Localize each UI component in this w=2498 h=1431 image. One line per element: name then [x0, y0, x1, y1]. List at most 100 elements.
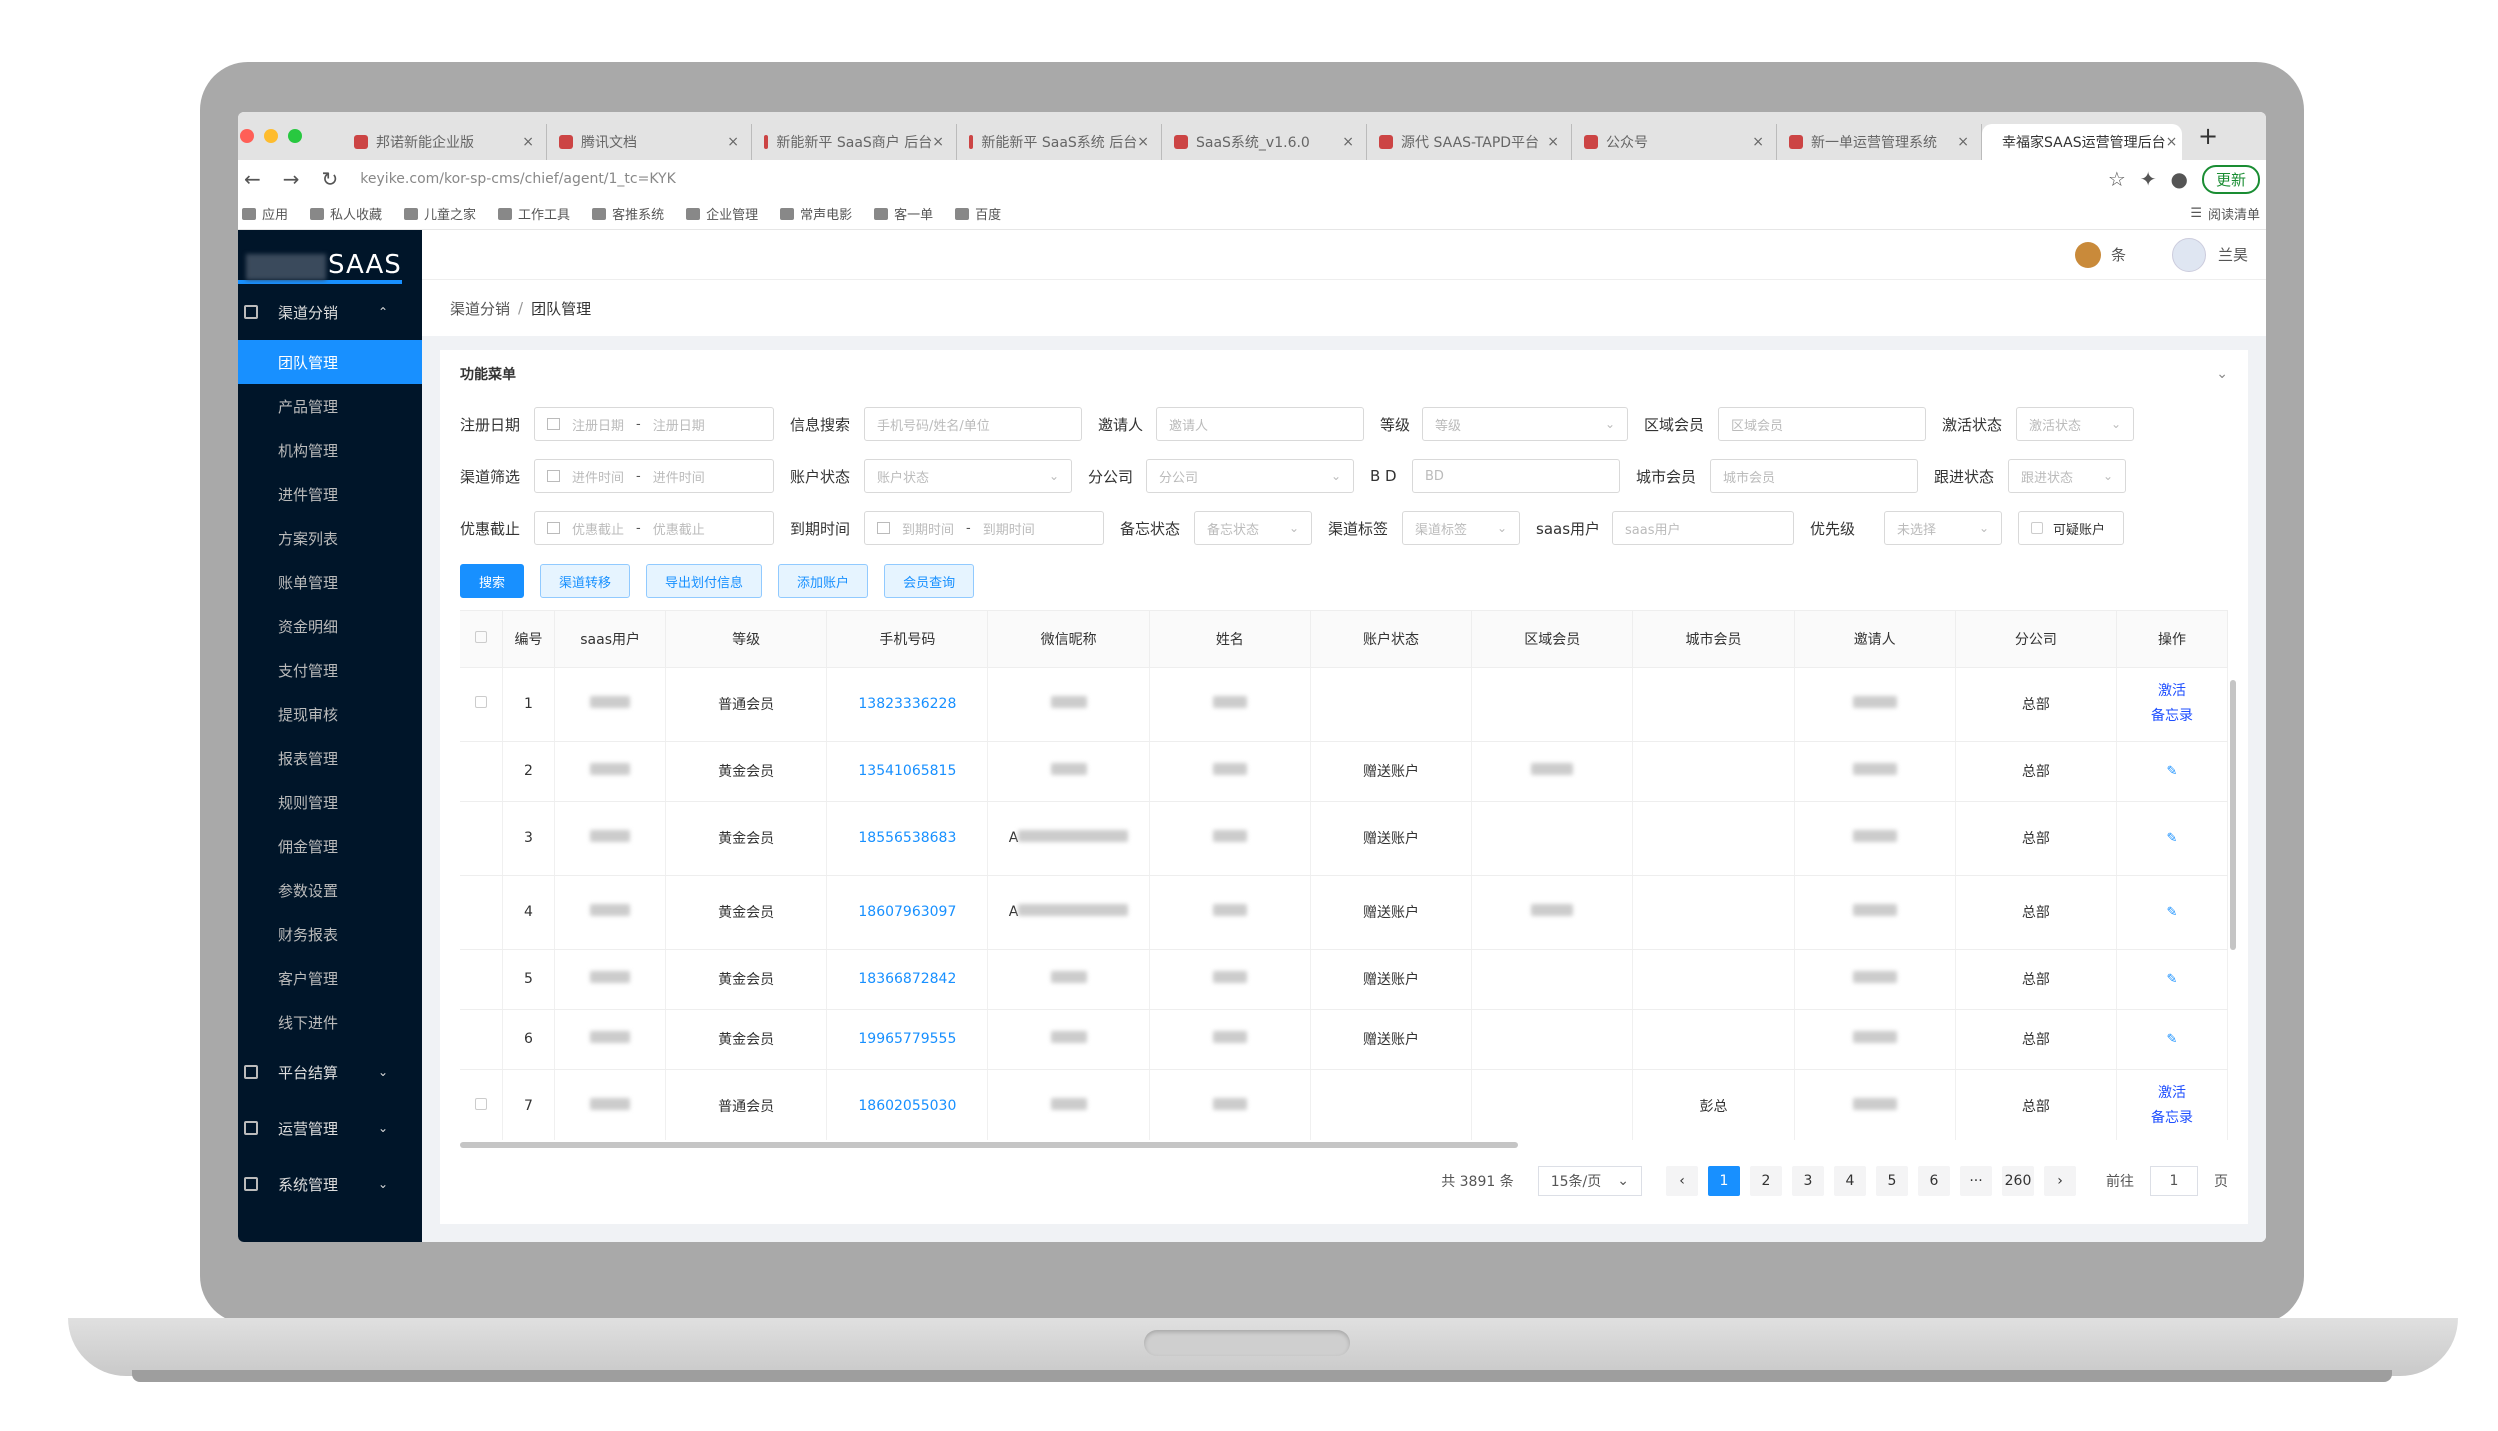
page-number-button[interactable]: 2 — [1750, 1166, 1782, 1196]
sidebar-item[interactable]: 账单管理 — [238, 560, 422, 604]
browser-tab[interactable]: 新能新平 SaaS系统 后台 × — [957, 124, 1162, 160]
extension-icon[interactable]: ✦ — [2140, 167, 2157, 191]
edit-icon[interactable]: ✎ — [2117, 905, 2227, 920]
sidebar-item[interactable]: 财务报表 — [238, 912, 422, 956]
table-row[interactable]: 5 黄金会员 18366872842 赠送账户 总部 ✎ — [460, 949, 2228, 1010]
user-name[interactable]: 兰昊 — [2218, 244, 2248, 265]
bookmark-item[interactable]: 常声电影 — [780, 204, 852, 223]
sidebar-item[interactable]: 支付管理 — [238, 648, 422, 692]
close-tab-icon[interactable]: × — [1137, 134, 1149, 150]
activate-status-select[interactable]: 激活状态 ⌄ — [2016, 407, 2134, 441]
back-icon[interactable]: ← — [244, 167, 261, 191]
row-checkbox[interactable] — [460, 875, 503, 950]
sidebar-item[interactable]: 资金明细 — [238, 604, 422, 648]
channel-transfer-button[interactable]: 渠道转移 — [540, 564, 631, 598]
sidebar-item[interactable]: 提现审核 — [238, 692, 422, 736]
sidebar-item[interactable]: 方案列表 — [238, 516, 422, 560]
browser-tab[interactable]: 新一单运营管理系统 × — [1777, 124, 1982, 160]
update-button[interactable]: 更新 — [2201, 164, 2260, 194]
bookmark-item[interactable]: 私人收藏 — [310, 204, 382, 223]
bookmark-item[interactable]: 企业管理 — [686, 204, 758, 223]
sidebar-item[interactable]: 机构管理 — [238, 428, 422, 472]
inviter-input[interactable]: 邀请人 — [1156, 407, 1364, 441]
bookmark-item[interactable]: 百度 — [955, 204, 1001, 223]
close-tab-icon[interactable]: × — [1342, 134, 1354, 150]
close-tab-icon[interactable]: × — [1752, 134, 1764, 150]
edit-icon[interactable]: ✎ — [2117, 1032, 2227, 1047]
bd-input[interactable]: BD — [1412, 459, 1620, 493]
page-number-button[interactable]: 4 — [1834, 1166, 1866, 1196]
expire-time-range[interactable]: 到期时间 - 到期时间 — [864, 511, 1104, 545]
browser-tab[interactable]: 源代 SAAS-TAPD平台 × — [1367, 124, 1572, 160]
collapse-icon[interactable]: ⌄ — [2216, 366, 2228, 382]
table-row[interactable]: 6 黄金会员 19965779555 赠送账户 总部 ✎ — [460, 1009, 2228, 1070]
close-tab-icon[interactable]: × — [1547, 134, 1559, 150]
next-page-button[interactable]: › — [2044, 1166, 2076, 1196]
reload-icon[interactable]: ↻ — [322, 167, 339, 191]
level-select[interactable]: 等级 ⌄ — [1422, 407, 1628, 441]
in-time-range[interactable]: 进件时间 - 进件时间 — [534, 459, 774, 493]
close-tab-icon[interactable]: × — [932, 134, 944, 150]
row-checkbox[interactable] — [460, 801, 503, 876]
close-window-icon[interactable] — [240, 129, 254, 143]
row-checkbox[interactable] — [460, 1069, 503, 1140]
row-checkbox[interactable] — [460, 949, 503, 1010]
table-row[interactable]: 3 黄金会员 18556538683 A 赠送账户 总部 ✎ — [460, 801, 2228, 876]
close-tab-icon[interactable]: × — [727, 134, 739, 150]
bookmark-item[interactable]: 应用 — [242, 204, 288, 223]
goto-page-input[interactable]: 1 — [2150, 1166, 2198, 1196]
memo-status-select[interactable]: 备忘状态 ⌄ — [1194, 511, 1312, 545]
cell-phone[interactable]: 13823336228 — [826, 667, 989, 742]
browser-tab[interactable]: SaaS系统_v1.6.0 × — [1162, 124, 1367, 160]
edit-icon[interactable]: ✎ — [2117, 764, 2227, 779]
row-action-link[interactable]: 激活 — [2117, 1081, 2227, 1106]
row-action-link[interactable]: 激活 — [2117, 679, 2227, 704]
select-all-checkbox[interactable] — [460, 611, 503, 668]
table-row[interactable]: 1 普通会员 13823336228 总部 激活 备忘录 — [460, 667, 2228, 742]
row-checkbox[interactable] — [460, 1009, 503, 1070]
sidebar-item[interactable]: 团队管理 — [238, 340, 422, 384]
minimize-window-icon[interactable] — [264, 129, 278, 143]
url-input[interactable]: keyike.com/kor-sp-cms/chief/agent/1_tc=K… — [360, 171, 2108, 187]
page-number-button[interactable]: 260 — [2002, 1166, 2034, 1196]
add-account-button[interactable]: 添加账户 — [778, 564, 869, 598]
cell-phone[interactable]: 13541065815 — [826, 741, 989, 802]
sidebar-item[interactable]: 进件管理 — [238, 472, 422, 516]
browser-tab[interactable]: 幸福家SAAS运营管理后台 × — [1982, 124, 2182, 160]
horizontal-scrollbar[interactable] — [460, 1142, 1518, 1148]
edit-icon[interactable]: ✎ — [2117, 972, 2227, 987]
member-query-button[interactable]: 会员查询 — [884, 564, 975, 598]
table-row[interactable]: 7 普通会员 18602055030 彭总 总部 激活 备忘录 — [460, 1069, 2228, 1140]
page-number-button[interactable]: 6 — [1918, 1166, 1950, 1196]
bookmark-item[interactable]: 工作工具 — [498, 204, 570, 223]
cell-phone[interactable]: 18556538683 — [826, 801, 989, 876]
edit-icon[interactable]: ✎ — [2117, 831, 2227, 846]
promo-deadline-range[interactable]: 优惠截止 - 优惠截止 — [534, 511, 774, 545]
new-tab-button[interactable]: + — [2198, 122, 2218, 150]
sidebar-item[interactable]: 线下进件 — [238, 1000, 422, 1044]
channel-tag-select[interactable]: 渠道标签 ⌄ — [1402, 511, 1520, 545]
browser-tab[interactable]: 腾讯文档 × — [547, 124, 752, 160]
info-search-input[interactable]: 手机号码/姓名/单位 — [864, 407, 1082, 441]
cell-phone[interactable]: 18607963097 — [826, 875, 989, 950]
page-number-button[interactable]: 5 — [1876, 1166, 1908, 1196]
sidebar-item[interactable]: 客户管理 — [238, 956, 422, 1000]
suspect-account-checkbox[interactable]: 可疑账户 — [2018, 511, 2124, 545]
page-size-select[interactable]: 15条/页 ⌄ — [1537, 1166, 1642, 1196]
close-tab-icon[interactable]: × — [522, 134, 534, 150]
close-tab-icon[interactable]: × — [1957, 134, 1969, 150]
breadcrumb-parent[interactable]: 渠道分销 — [450, 298, 510, 319]
menu-group[interactable]: 运营管理 ⌄ — [238, 1100, 422, 1156]
bookmark-item[interactable]: 客一单 — [874, 204, 933, 223]
page-number-button[interactable]: 3 — [1792, 1166, 1824, 1196]
region-member-input[interactable]: 区域会员 — [1718, 407, 1926, 441]
vertical-scrollbar[interactable] — [2230, 680, 2236, 950]
browser-tab[interactable]: 公众号 × — [1572, 124, 1777, 160]
row-checkbox[interactable] — [460, 741, 503, 802]
table-row[interactable]: 4 黄金会员 18607963097 A 赠送账户 总部 ✎ — [460, 875, 2228, 950]
account-status-select[interactable]: 账户状态 ⌄ — [864, 459, 1072, 493]
forward-icon[interactable]: → — [283, 167, 300, 191]
row-action-link[interactable]: 备忘录 — [2117, 1106, 2227, 1131]
sidebar-item[interactable]: 报表管理 — [238, 736, 422, 780]
city-member-input[interactable]: 城市会员 — [1710, 459, 1918, 493]
